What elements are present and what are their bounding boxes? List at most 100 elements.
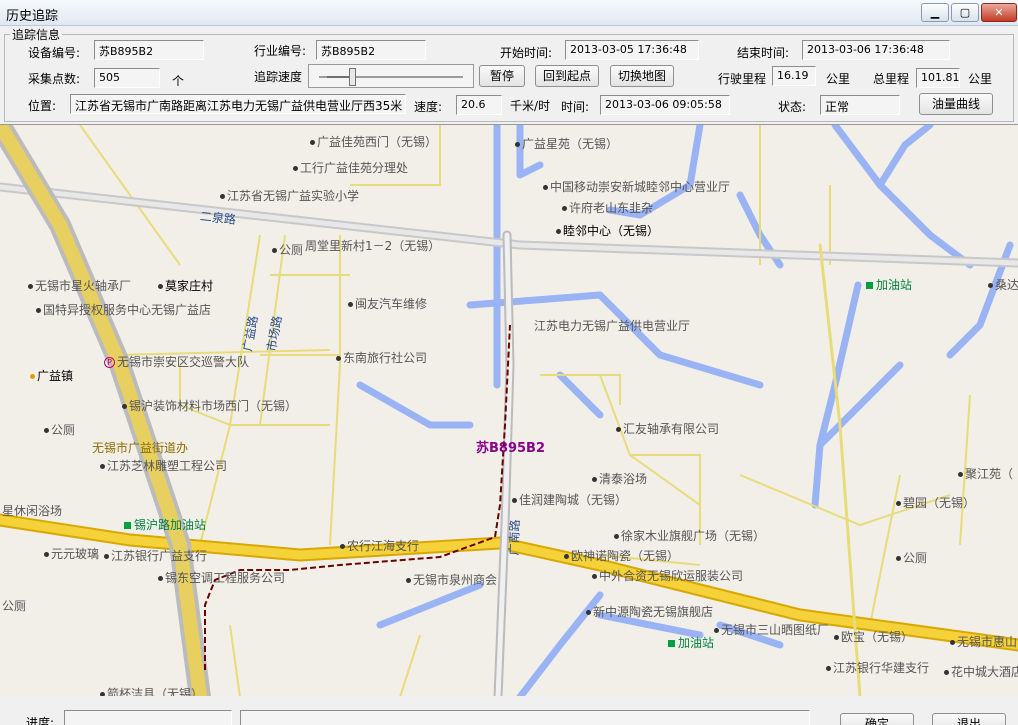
poi-label: 清泰浴场 <box>592 470 647 487</box>
poi-label: 无锡市泉州商会 <box>406 571 497 588</box>
points-label: 采集点数: <box>28 72 81 86</box>
poi-label: P 无锡市崇安区交巡警大队 <box>104 353 249 370</box>
time-label: 时间: <box>561 100 590 114</box>
progress-detail-field[interactable] <box>240 710 810 725</box>
poi-label: 欧宝（无锡） <box>834 628 913 645</box>
poi-label: 工行广益佳苑分理处 <box>293 159 408 176</box>
status-field[interactable]: 正常 <box>820 95 900 115</box>
poi-label: 许府老山东韭杂 <box>562 199 653 216</box>
slider-fill <box>327 76 349 78</box>
progress-label: 进度: <box>26 716 55 725</box>
poi-label: 花中城大酒店 <box>944 663 1018 680</box>
poi-label: 锡东空调工程服务公司 <box>158 569 285 586</box>
speed-label: 速度: <box>414 100 443 114</box>
poi-label: 元元玻璃 <box>44 545 99 562</box>
points-field[interactable]: 505 <box>94 68 160 88</box>
speed-slider[interactable] <box>308 64 474 88</box>
maximize-button[interactable]: ▢ <box>951 3 979 22</box>
poi-label: 汇友轴承有限公司 <box>616 420 719 437</box>
device-field[interactable]: 苏B895B2 <box>94 40 204 60</box>
poi-label: 无锡市广益街道办 <box>92 441 189 455</box>
start-time-field[interactable]: 2013-03-05 17:36:48 <box>565 40 699 60</box>
poi-label: 广益佳苑西门（无锡） <box>310 133 437 150</box>
status-label: 状态: <box>778 100 807 114</box>
title-bar: 历史追踪 ▁ ▢ ✕ <box>0 0 1018 26</box>
poi-label: 江苏芝林雕塑工程公司 <box>100 457 227 474</box>
poi-label: 江苏银行华建支行 <box>826 659 929 676</box>
poi-label: 加油站 <box>866 276 912 293</box>
poi-label: 箭杯洁具（无锡） <box>100 685 203 696</box>
poi-label: 闽友汽车维修 <box>348 295 427 312</box>
poi-label: 广益镇 <box>30 367 73 384</box>
poi-label: 莫家庄村 <box>158 277 213 294</box>
time-field[interactable]: 2013-03-06 09:05:58 <box>600 95 730 115</box>
poi-label: 江苏电力无锡广益供电营业厅 <box>534 319 691 333</box>
poi-label: 新中源陶瓷无锡旗舰店 <box>586 603 713 620</box>
poi-label: 公厕 <box>896 549 927 566</box>
end-time-label: 结束时间: <box>737 46 790 60</box>
total-mileage-field[interactable]: 101.81 <box>916 68 960 88</box>
poi-label: 无锡市惠山 <box>950 633 1017 650</box>
poi-label: 碧园（无锡） <box>896 494 975 511</box>
map-view[interactable]: 二泉路 广益路 市场路 广南路 广益佳苑西门（无锡） 广益星苑（无锡） 工行广益… <box>0 124 1018 696</box>
poi-label: 江苏银行广益支行 <box>104 547 207 564</box>
vehicle-marker[interactable]: 苏B895B2 <box>476 437 545 456</box>
poi-label: 中国移动崇安新城睦邻中心营业厅 <box>543 178 730 195</box>
poi-label: 桑达 <box>988 276 1018 293</box>
poi-label: 公厕 <box>272 241 303 258</box>
poi-label: 东南旅行社公司 <box>336 349 427 366</box>
poi-label: 广益星苑（无锡） <box>515 135 618 152</box>
pause-button[interactable]: 暂停 <box>479 65 525 87</box>
location-field[interactable]: 江苏省无锡市广南路距离江苏电力无锡广益供电营业厅西35米 <box>70 94 406 114</box>
group-title: 追踪信息 <box>10 26 63 43</box>
poi-label: 无锡市星火轴承厂 <box>28 277 131 294</box>
speed-field[interactable]: 20.6 <box>456 95 502 115</box>
poi-label: 国特异授权服务中心无锡广益店 <box>36 301 211 318</box>
poi-label: 无锡市三山晒图纸厂 <box>714 621 829 638</box>
speed-track-label: 追踪速度 <box>254 70 303 84</box>
road-label-erquan: 二泉路 <box>199 209 237 227</box>
ok-button[interactable]: 确定 <box>840 713 914 725</box>
poi-label: 公厕 <box>2 599 27 613</box>
switch-map-button[interactable]: 切换地图 <box>610 65 674 87</box>
poi-label: 徐家木业旗舰广场（无锡） <box>614 527 765 544</box>
track-path <box>204 324 511 670</box>
close-button[interactable]: ✕ <box>981 3 1017 22</box>
speed-unit: 千米/时 <box>510 99 551 113</box>
points-unit: 个 <box>172 74 185 88</box>
mileage-field[interactable]: 16.19 <box>772 66 816 86</box>
track-layer <box>204 324 511 670</box>
total-mileage-label: 总里程 <box>873 72 910 86</box>
end-time-field[interactable]: 2013-03-06 17:36:48 <box>802 40 950 60</box>
poi-label: 星休闲浴场 <box>2 504 63 518</box>
poi-label: 锡沪装饰材料市场西门（无锡） <box>122 397 297 414</box>
slider-thumb[interactable] <box>349 68 356 86</box>
back-to-start-button[interactable]: 回到起点 <box>535 65 599 87</box>
road-label-guangnan: 广南路 <box>506 519 523 556</box>
poi-label: 农行江海支行 <box>340 537 419 554</box>
poi-label: 江苏省无锡广益实验小学 <box>220 187 359 204</box>
window-title: 历史追踪 <box>6 9 59 24</box>
fuel-curve-button[interactable]: 油量曲线 <box>919 93 993 115</box>
poi-label: 中外合资无锡欣运服装公司 <box>592 567 743 584</box>
start-time-label: 开始时间: <box>500 46 553 60</box>
minimize-button[interactable]: ▁ <box>921 3 949 22</box>
total-mileage-unit: 公里 <box>968 72 993 86</box>
industry-field[interactable]: 苏B895B2 <box>316 40 426 60</box>
bottom-bar: 进度: 确定 退出 <box>0 696 1018 725</box>
poi-label: 周堂里新村1－2（无锡） <box>305 239 441 253</box>
poi-label: 睦邻中心（无锡） <box>556 222 659 239</box>
industry-label: 行业编号: <box>254 44 307 58</box>
poi-label: 加油站 <box>668 634 714 651</box>
location-label: 位置: <box>28 99 57 113</box>
device-label: 设备编号: <box>28 46 81 60</box>
poi-label: 欧神诺陶瓷（无锡） <box>564 547 679 564</box>
exit-button[interactable]: 退出 <box>932 713 1006 725</box>
progress-bar <box>64 710 232 725</box>
poi-label: 聚江苑（ <box>958 465 1013 482</box>
poi-label: 佳润建陶城（无锡） <box>512 491 627 508</box>
poi-label: 锡沪路加油站 <box>124 516 206 533</box>
mileage-unit: 公里 <box>826 72 851 86</box>
mileage-label: 行驶里程 <box>718 72 767 86</box>
poi-label: 公厕 <box>44 421 75 438</box>
